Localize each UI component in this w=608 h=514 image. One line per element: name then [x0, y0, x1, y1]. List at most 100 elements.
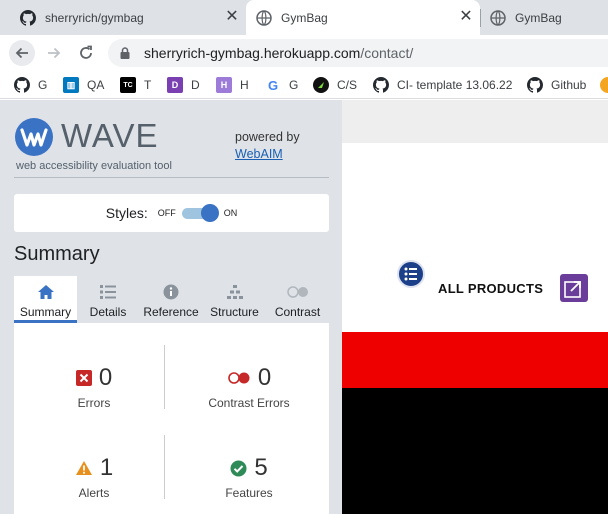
- features-label: Features: [225, 486, 273, 500]
- close-tab-icon[interactable]: ✕: [224, 9, 240, 25]
- close-tab-icon[interactable]: ✕: [458, 9, 474, 25]
- wave-logo-icon: [15, 118, 53, 156]
- arrow-right-icon: [48, 47, 61, 59]
- globe-icon: [490, 9, 506, 26]
- error-icon: [75, 370, 92, 386]
- back-button[interactable]: [9, 40, 35, 66]
- summary-heading: Summary: [14, 243, 100, 265]
- contrast-error-icon: [228, 372, 250, 384]
- globe-icon: [256, 9, 272, 26]
- lock-icon[interactable]: [118, 46, 132, 60]
- wave-tabs: Summary Details Reference Structure Cont…: [14, 276, 329, 323]
- tab-details[interactable]: Details: [77, 276, 139, 323]
- bookmarks-bar: G ▥ QA TC T D D H H G G C/S CI- template…: [0, 70, 608, 99]
- black-section: [342, 388, 608, 514]
- bookmark-item[interactable]: H H: [216, 76, 249, 94]
- bookmark-label: D: [191, 78, 200, 92]
- stat-contrast-errors[interactable]: 0 Contrast Errors: [179, 364, 319, 410]
- stat-errors[interactable]: 0 Errors: [24, 364, 164, 410]
- toggle-knob: [200, 204, 219, 222]
- arrow-left-icon: [15, 47, 28, 59]
- orange-bookmark-icon: [600, 77, 608, 93]
- info-icon: [163, 284, 179, 300]
- bookmark-item[interactable]: CI- template 13.06.22: [373, 76, 512, 94]
- tab-contrast[interactable]: Contrast: [266, 276, 329, 323]
- alert-icon: [75, 461, 92, 475]
- red-banner: [342, 332, 608, 388]
- structure-icon: [226, 285, 243, 299]
- external-link-icon: [564, 281, 581, 298]
- wave-header: WAVE web accessibility evaluation tool p…: [14, 114, 329, 178]
- contrast-icon: [286, 286, 308, 298]
- bookmark-label: C/S: [337, 78, 358, 92]
- tab-label: Structure: [210, 305, 259, 319]
- page-viewport: ALL PRODUCTS: [342, 100, 608, 514]
- reload-button[interactable]: [73, 40, 99, 66]
- bookmark-label: G: [38, 78, 48, 92]
- forward-button[interactable]: [41, 40, 67, 66]
- all-products-link[interactable]: ALL PRODUCTS: [438, 281, 543, 296]
- styles-on-label: ON: [223, 208, 238, 218]
- wave-tagline: web accessibility evaluation tool: [16, 160, 172, 172]
- divider: [164, 345, 165, 409]
- bookmark-label: G: [289, 78, 299, 92]
- browser-tab[interactable]: GymBag: [480, 0, 608, 35]
- styles-toggle[interactable]: [181, 204, 219, 222]
- webaim-link[interactable]: WebAIM: [235, 147, 283, 161]
- github-icon: [527, 77, 543, 93]
- browser-tab-active[interactable]: GymBag ✕: [246, 0, 480, 35]
- teamcity-icon: TC: [120, 77, 136, 93]
- styles-toggle-box: Styles: OFF ON: [14, 194, 329, 232]
- bookmark-item[interactable]: Github: [527, 76, 586, 94]
- styles-label: Styles:: [105, 205, 148, 221]
- codestar-icon: [313, 77, 329, 93]
- home-icon: [37, 285, 54, 299]
- bookmark-item[interactable]: G: [14, 76, 47, 94]
- google-icon: G: [265, 77, 281, 93]
- url-path: /contact/: [360, 45, 414, 61]
- bookmark-item[interactable]: ▥ QA: [63, 76, 104, 94]
- wave-list-marker-icon[interactable]: [397, 260, 425, 288]
- tab-summary[interactable]: Summary: [14, 276, 77, 323]
- contrast-errors-label: Contrast Errors: [208, 396, 290, 410]
- tab-structure[interactable]: Structure: [203, 276, 266, 323]
- address-bar[interactable]: sherryrich-gymbag.herokuapp.com/contact/: [108, 39, 608, 67]
- wave-logo-text: WAVE: [61, 117, 159, 154]
- browser-tab[interactable]: sherryrich/gymbag ✕: [0, 0, 246, 35]
- summary-card: 0 Errors 0 Contrast Errors 1 Alerts 5 Fe…: [14, 323, 329, 514]
- features-count: 5: [254, 454, 268, 481]
- tab-label: Reference: [143, 305, 199, 319]
- github-icon: [14, 77, 30, 93]
- stat-alerts[interactable]: 1 Alerts: [24, 454, 164, 500]
- bookmark-item[interactable]: G G: [265, 76, 298, 94]
- bookmark-label: T: [144, 78, 152, 92]
- bookmark-item[interactable]: C/S: [313, 76, 357, 94]
- tab-title: GymBag: [281, 10, 328, 25]
- wave-link-marker-icon[interactable]: [560, 274, 588, 302]
- bookmark-item[interactable]: D D: [167, 76, 200, 94]
- bookmark-item[interactable]: TC T: [120, 76, 151, 94]
- tab-title: GymBag: [515, 10, 562, 25]
- feature-check-icon: [230, 460, 247, 476]
- browser-toolbar: sherryrich-gymbag.herokuapp.com/contact/: [0, 35, 608, 70]
- page-header-strip: [342, 100, 608, 143]
- bookmark-label: CI- template 13.06.22: [397, 78, 513, 92]
- alerts-label: Alerts: [78, 486, 110, 500]
- list-icon: [100, 285, 116, 299]
- reload-icon: [80, 45, 92, 59]
- errors-label: Errors: [77, 396, 111, 410]
- bookmark-item-overflow[interactable]: [600, 76, 608, 94]
- bookmark-label: H: [240, 78, 249, 92]
- list-icon: [404, 267, 417, 281]
- stat-features[interactable]: 5 Features: [179, 454, 319, 500]
- divider: [164, 435, 165, 499]
- powered-by: powered by WebAIM: [235, 129, 300, 163]
- tab-reference[interactable]: Reference: [139, 276, 203, 323]
- powered-by-text: powered by: [235, 130, 300, 144]
- alerts-count: 1: [99, 454, 114, 481]
- heroku-icon: H: [216, 77, 232, 93]
- wave-panel: WAVE web accessibility evaluation tool p…: [0, 100, 342, 514]
- contrast-errors-count: 0: [257, 364, 272, 391]
- tab-label: Contrast: [274, 305, 321, 319]
- bookmark-label: Github: [551, 78, 587, 92]
